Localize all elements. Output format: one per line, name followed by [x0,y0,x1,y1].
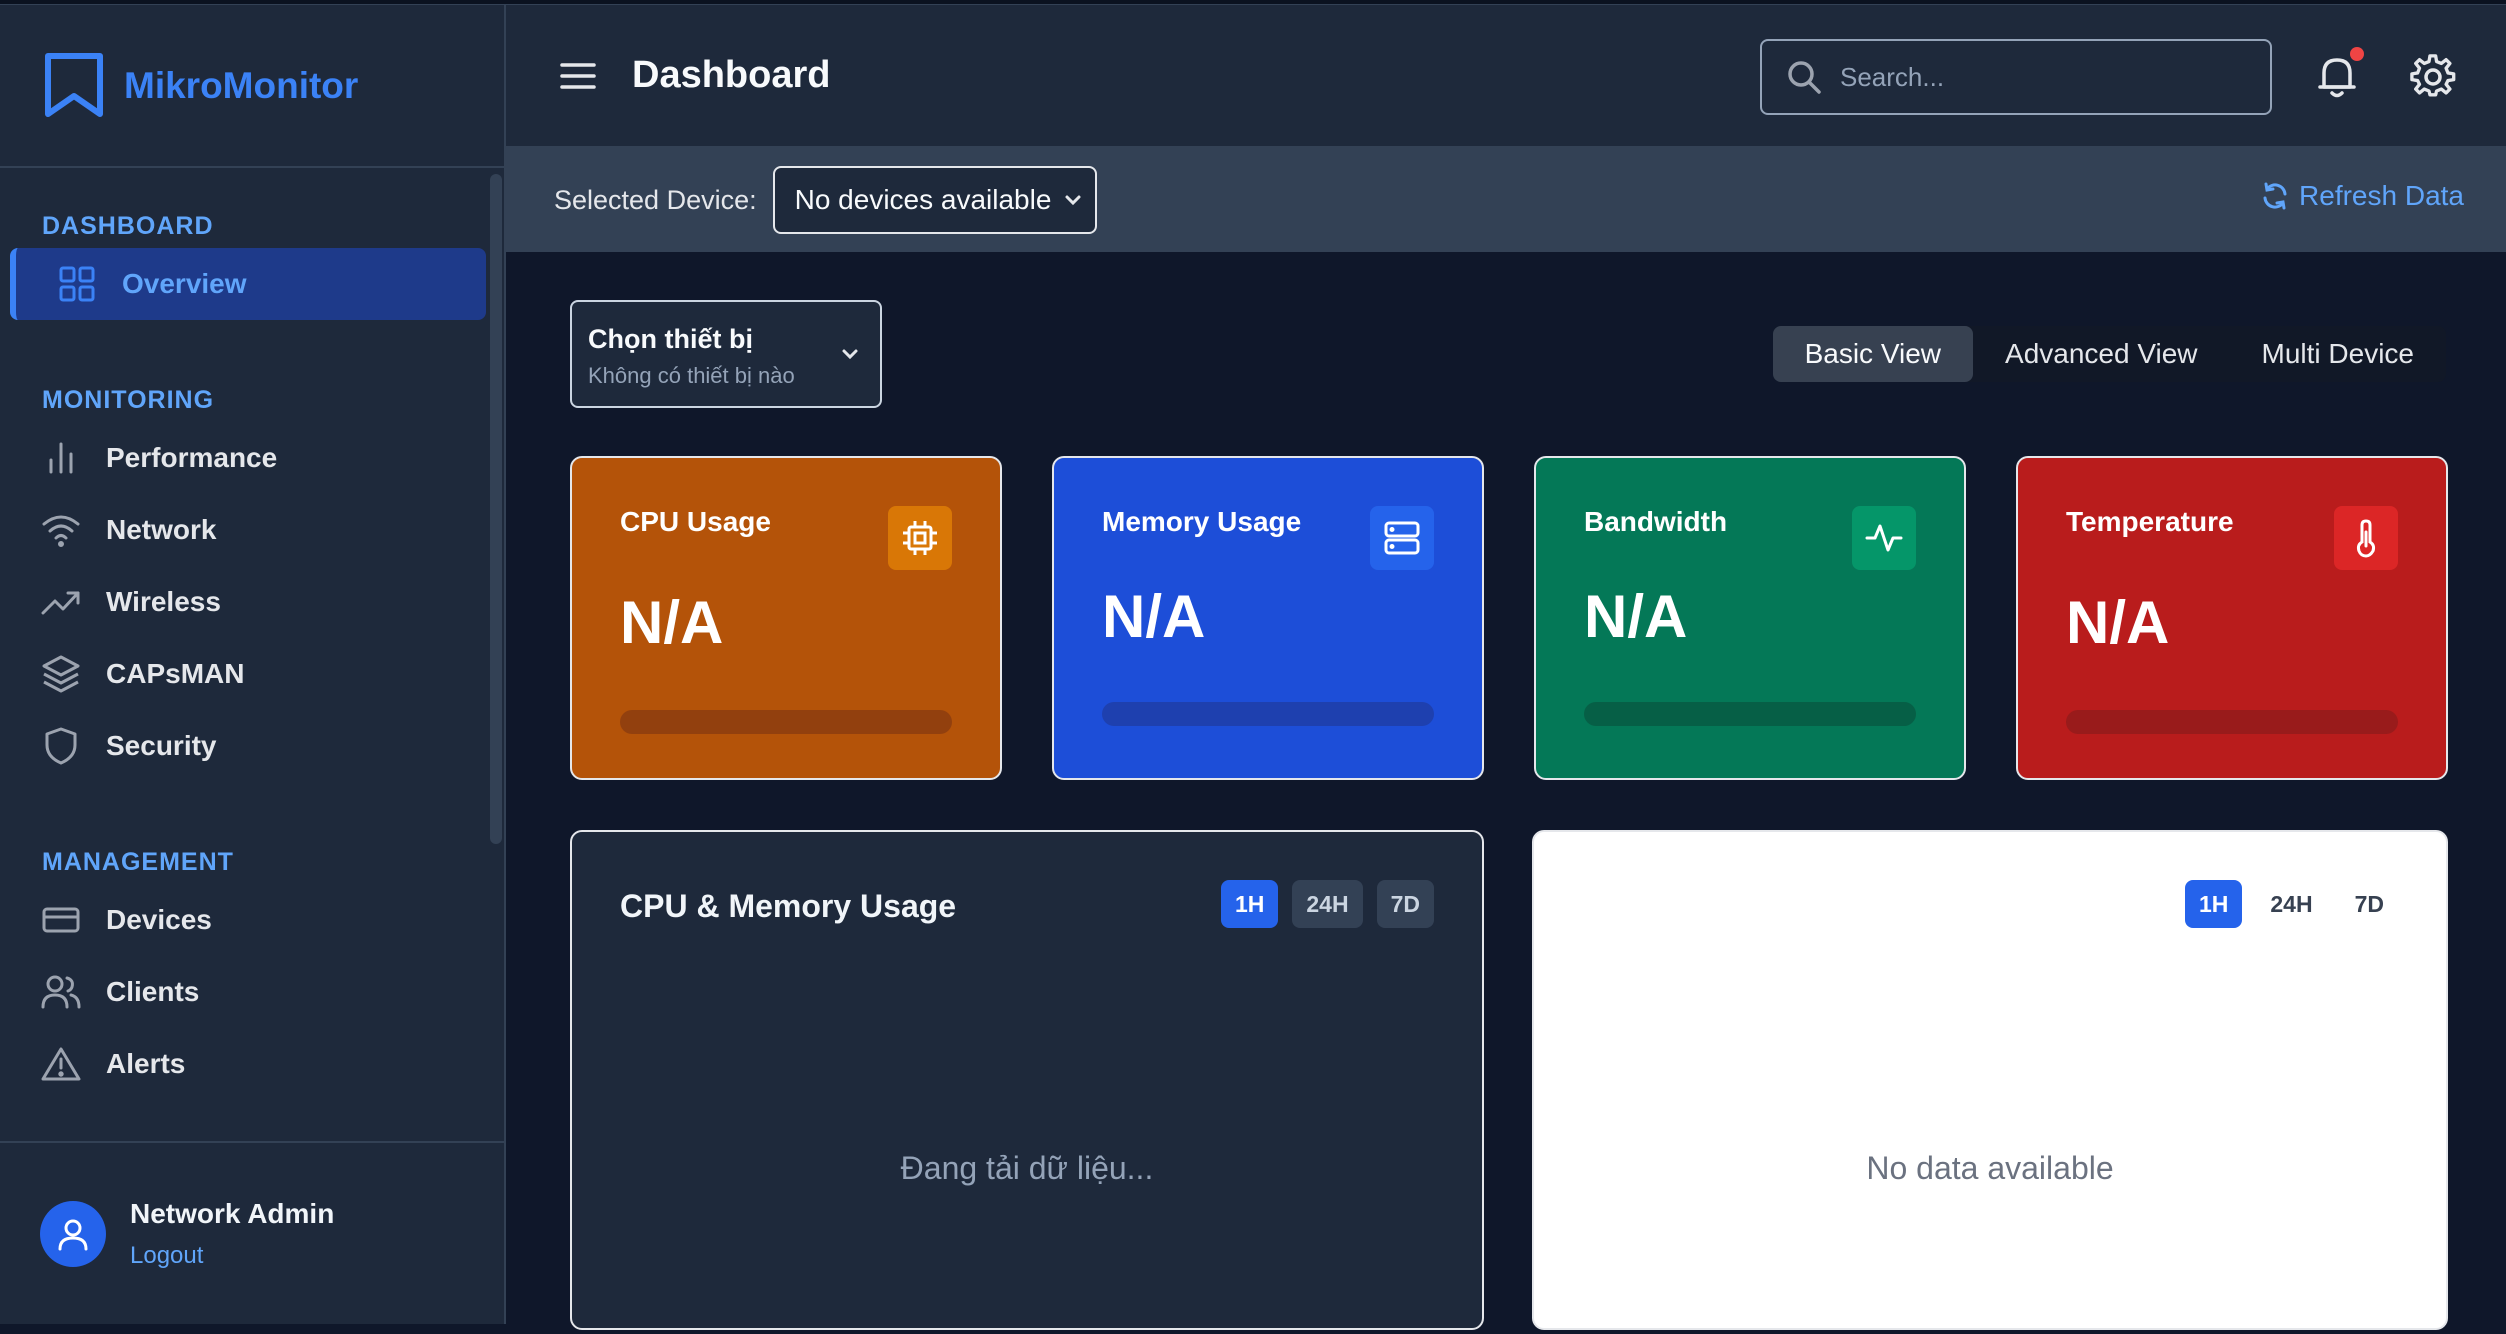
section-title-management: MANAGEMENT [42,848,234,876]
brand[interactable]: MikroMonitor [0,5,504,168]
view-tabs: Basic View Advanced View Multi Device [1772,326,2446,382]
time-range-selector: 1H 24H 7D [1220,880,1434,928]
stat-progress-bar [620,710,952,734]
trending-up-icon [40,581,82,623]
notification-dot [2350,47,2364,61]
device-picker[interactable]: Chọn thiết bị Không có thiết bị nào [570,300,882,408]
refresh-label: Refresh Data [2299,180,2464,211]
server-icon [1370,506,1434,570]
refresh-data-button[interactable]: Refresh Data [2261,180,2464,212]
stat-value: N/A [2066,589,2170,656]
sidebar-item-security[interactable]: Security [0,710,504,782]
sidebar-item-capsman[interactable]: CAPsMAN [0,638,504,710]
sidebar-nav: DASHBOARD Overview MONITORING Performanc… [0,168,504,1144]
bookmark-logo-icon [45,52,103,117]
device-bar: Selected Device: No devices available Re… [506,148,2506,252]
top-header: Dashboard [506,5,2506,148]
sidebar-item-label: Network [106,514,217,545]
chevron-down-icon [842,349,858,360]
time-range-selector: 1H 24H 7D [2184,880,2398,928]
device-select-value: No devices available [794,184,1052,215]
avatar[interactable] [40,1200,106,1267]
stat-card-memory: Memory Usage N/A [1052,456,1484,780]
stat-value: N/A [1584,583,1688,650]
sidebar-item-overview[interactable]: Overview [10,248,486,320]
bar-chart-icon [40,437,82,479]
stat-progress-bar [1584,702,1916,726]
main-content: Chọn thiết bị Không có thiết bị nào Basi… [506,252,2506,1330]
sidebar-item-label: Devices [106,904,212,935]
sidebar-scrollbar[interactable] [490,174,502,844]
range-1h-button[interactable]: 1H [1220,880,1279,928]
range-1h-button[interactable]: 1H [2184,880,2243,928]
wifi-icon [40,509,82,551]
tab-multi-device[interactable]: Multi Device [2230,326,2446,382]
empty-state-message: No data available [1866,1150,2114,1186]
range-7d-button[interactable]: 7D [1376,880,1434,928]
sidebar-item-label: Wireless [106,586,221,617]
sidebar-item-label: CAPsMAN [106,658,245,689]
user-profile: Network Admin Logout [0,1141,504,1324]
sidebar-item-label: Overview [122,268,247,299]
range-24h-button[interactable]: 24H [1292,880,1363,928]
sidebar-item-label: Alerts [106,1048,186,1079]
user-name: Network Admin [130,1197,335,1229]
activity-icon [1852,506,1916,570]
sidebar-item-label: Performance [106,442,278,473]
layers-icon [40,653,82,695]
page-title: Dashboard [632,54,831,96]
brand-name: MikroMonitor [124,64,359,106]
thermometer-icon [2334,506,2398,570]
users-icon [40,971,82,1013]
refresh-icon [2263,182,2287,210]
section-title-monitoring: MONITORING [42,386,215,414]
stat-progress-bar [1102,702,1434,726]
device-picker-title: Chọn thiết bị [588,324,753,354]
sidebar-item-label: Security [106,730,217,761]
cpu-icon [888,506,952,570]
tab-basic-view[interactable]: Basic View [1772,326,1974,382]
settings-button[interactable] [2410,53,2456,99]
shield-icon [40,725,82,767]
stat-value: N/A [1102,583,1206,650]
sidebar-item-performance[interactable]: Performance [0,422,504,494]
device-picker-subtitle: Không có thiết bị nào [588,363,795,388]
selected-device-label: Selected Device: [554,184,757,215]
sidebar-item-clients[interactable]: Clients [0,956,504,1028]
gear-icon [2410,54,2456,97]
stat-card-temperature: Temperature N/A [2016,456,2448,780]
logout-link[interactable]: Logout [130,1242,334,1270]
secondary-chart-card: 1H 24H 7D No data available [1532,830,2448,1330]
grid-icon [56,263,98,305]
sidebar-item-network[interactable]: Network [0,494,504,566]
section-title-dashboard: DASHBOARD [42,212,214,240]
loading-message: Đang tải dữ liệu... [900,1150,1154,1186]
search-box[interactable] [1760,39,2272,115]
search-icon [1788,61,1821,94]
tab-advanced-view[interactable]: Advanced View [1973,326,2230,382]
device-select[interactable]: No devices available [772,166,1097,234]
sidebar-item-alerts[interactable]: Alerts [0,1028,504,1100]
range-24h-button[interactable]: 24H [2256,880,2326,928]
menu-icon[interactable] [558,56,598,96]
credit-card-icon [40,899,82,941]
range-7d-button[interactable]: 7D [2341,880,2398,928]
stat-card-cpu: CPU Usage N/A [570,456,1002,780]
search-input[interactable] [1840,61,2240,93]
alert-triangle-icon [40,1043,82,1085]
stat-progress-bar [2066,710,2398,734]
sidebar-item-devices[interactable]: Devices [0,884,504,956]
stat-value: N/A [620,589,724,656]
sidebar-item-wireless[interactable]: Wireless [0,566,504,638]
sidebar: MikroMonitor DASHBOARD Overview MONITORI… [0,5,506,1324]
chevron-down-icon [1065,195,1081,206]
sidebar-item-label: Clients [106,976,200,1007]
chart-title: CPU & Memory Usage [620,888,957,924]
stat-card-bandwidth: Bandwidth N/A [1534,456,1966,780]
cpu-memory-chart-card: CPU & Memory Usage 1H 24H 7D Đang tải dữ… [570,830,1484,1330]
app: MikroMonitor DASHBOARD Overview MONITORI… [0,0,2506,1334]
notifications-button[interactable] [2314,47,2364,99]
